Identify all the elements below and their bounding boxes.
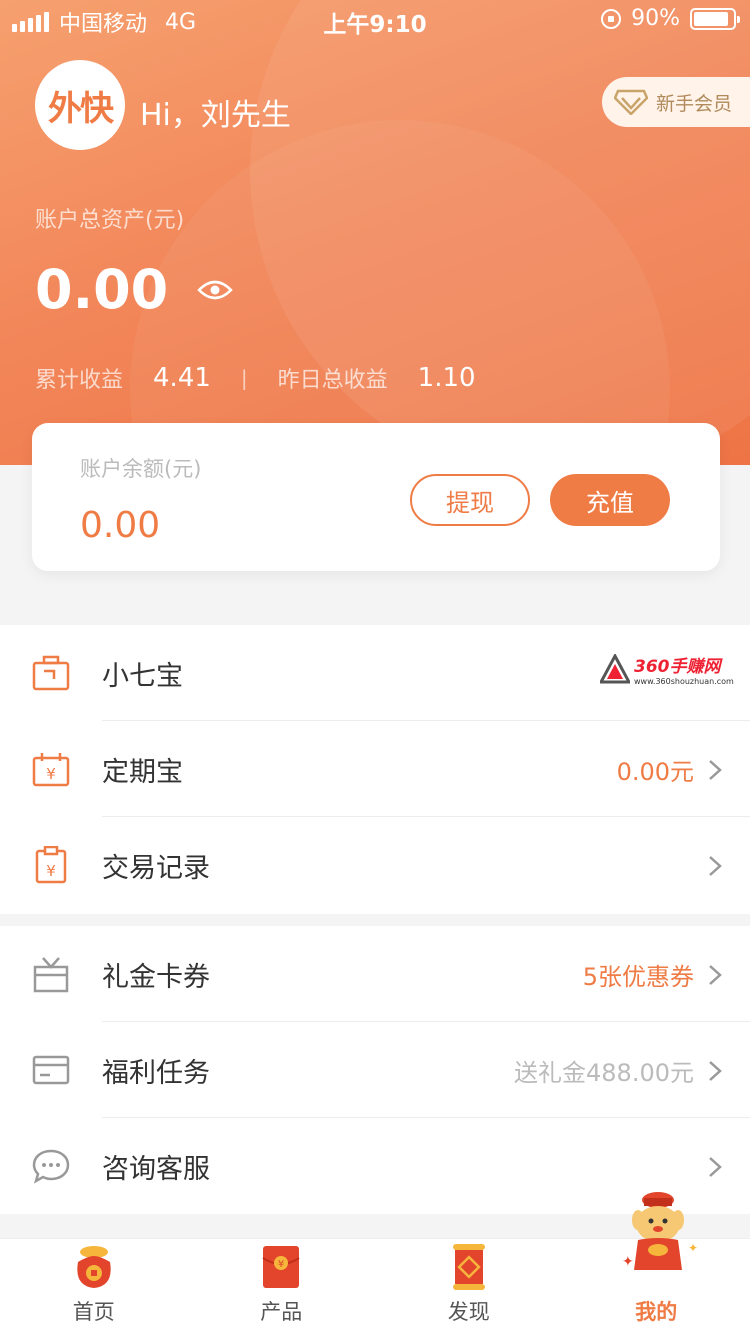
user-greeting: Hi，刘先生 [140,98,291,133]
yesterday-income-value: 1.10 [417,363,476,393]
menu-item-label: 礼金卡券 [102,961,210,993]
menu-item-value: 5张优惠券 [582,962,694,991]
battery-icon [690,7,740,30]
avatar[interactable]: 外快 [35,60,125,150]
tab-label: 发现 [447,1300,490,1324]
total-assets-value: 0.00 [35,258,169,321]
menu-item-welfare-tasks[interactable]: 福利任务 送礼金488.00元 [0,1022,750,1118]
chevron-right-icon [709,1157,722,1177]
clipboard-yen-icon: ¥ [35,846,67,884]
menu-item-dingqibao[interactable]: ¥ 定期宝 0.00元 [0,721,750,817]
chevron-right-icon [709,1061,722,1081]
fortune-god-icon[interactable]: ✦ ✦ [612,1190,704,1274]
tab-label: 首页 [72,1300,115,1324]
menu-item-label: 福利任务 [102,1057,210,1089]
battery-percent: 90% [631,6,680,31]
chevron-right-icon [709,965,722,985]
svg-text:¥: ¥ [46,862,56,880]
tab-home[interactable]: 首页 [0,1239,188,1334]
stats-separator: | [240,366,248,390]
cumulative-income-value: 4.41 [153,363,211,393]
avatar-logo-text: 外快 [48,88,114,129]
tab-products[interactable]: ¥ 产品 [188,1239,376,1334]
briefcase-icon [32,655,70,691]
balance-value: 0.00 [80,505,161,546]
calendar-yen-icon: ¥ [32,753,70,787]
menu-item-label: 交易记录 [102,852,210,884]
withdraw-button[interactable]: 提现 [410,474,530,526]
status-bar: 中国移动 4G 上午9:10 90% [0,0,750,40]
eye-icon[interactable] [197,277,233,303]
member-badge[interactable]: 新手会员 [602,77,750,127]
member-badge-label: 新手会员 [656,92,733,115]
tab-discover[interactable]: 发现 [375,1239,563,1334]
watermark-logo-icon [600,654,630,684]
menu-item-label: 小七宝 [102,660,183,692]
svg-text:✦: ✦ [688,1241,698,1255]
chevron-right-icon [709,856,722,876]
orientation-lock-icon [601,8,622,29]
chat-bubble-icon [32,1149,70,1184]
menu-item-gift-coupons[interactable]: 礼金卡券 5张优惠券 [0,926,750,1022]
svg-text:¥: ¥ [46,765,56,783]
chevron-right-icon [709,760,722,780]
svg-text:✦: ✦ [622,1254,634,1270]
menu-group-services: 礼金卡券 5张优惠券 福利任务 送礼金488.00元 咨询客服 [0,926,750,1214]
watermark-title: 360手赚网 [634,657,721,677]
red-envelope-icon: ¥ [262,1246,300,1288]
menu-item-value: 0.00元 [616,757,694,786]
menu-item-label: 定期宝 [102,756,183,788]
menu-item-transactions[interactable]: ¥ 交易记录 [0,817,750,913]
svg-text:¥: ¥ [278,1259,284,1270]
balance-card: 账户余额(元) 0.00 提现 充值 [32,423,720,571]
scroll-icon [452,1244,485,1290]
diamond-icon [614,89,648,115]
menu-item-value: 送礼金488.00元 [514,1058,694,1087]
card-icon [32,1055,70,1085]
gift-box-icon [33,957,69,993]
recharge-button[interactable]: 充值 [550,474,670,526]
watermark: 360手赚网 www.360shouzhuan.com [600,652,734,686]
total-assets-label: 账户总资产(元) [35,208,185,233]
watermark-url: www.360shouzhuan.com [634,677,734,686]
money-bag-icon [77,1246,111,1288]
tab-label: 我的 [635,1300,678,1324]
income-stats: 累计收益 4.41 | 昨日总收益 1.10 [35,362,476,394]
cumulative-income-label: 累计收益 [35,368,124,393]
menu-item-label: 咨询客服 [102,1153,210,1185]
yesterday-income-label: 昨日总收益 [277,368,388,393]
balance-label: 账户余额(元) [80,457,202,481]
tab-label: 产品 [260,1300,303,1324]
